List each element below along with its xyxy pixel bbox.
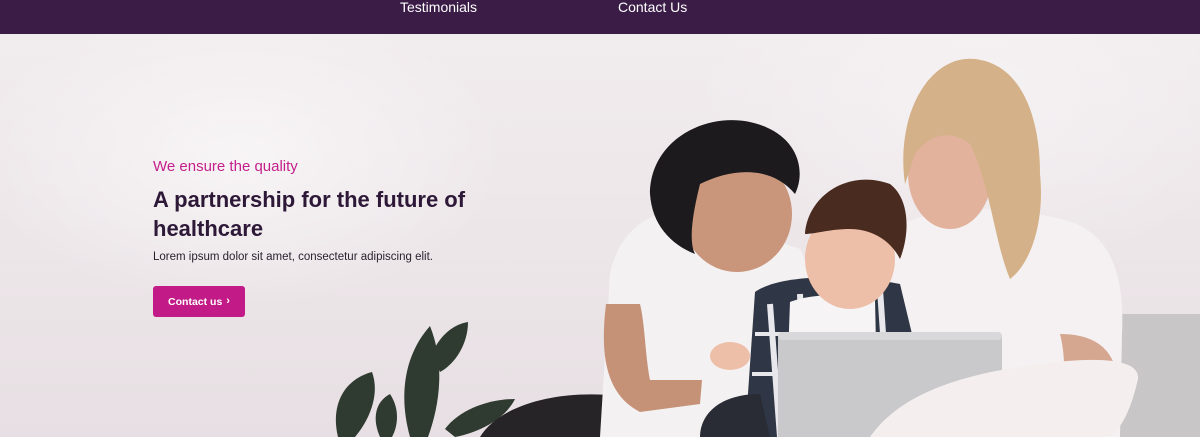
- nav-link-testimonials[interactable]: Testimonials: [400, 0, 477, 15]
- hero-subtext: Lorem ipsum dolor sit amet, consectetur …: [153, 251, 433, 263]
- contact-us-button-label: Contact us: [168, 295, 223, 308]
- nav-link-contact-us[interactable]: Contact Us: [618, 0, 687, 15]
- hero-section: We ensure the quality A partnership for …: [0, 34, 1200, 437]
- hero-headline: A partnership for the future of healthca…: [153, 187, 466, 241]
- top-navigation: Testimonials Contact Us: [0, 0, 1200, 34]
- hero-kicker: We ensure the quality: [153, 158, 298, 175]
- contact-us-button[interactable]: Contact us ›: [153, 286, 245, 317]
- chevron-right-icon: ›: [226, 295, 230, 307]
